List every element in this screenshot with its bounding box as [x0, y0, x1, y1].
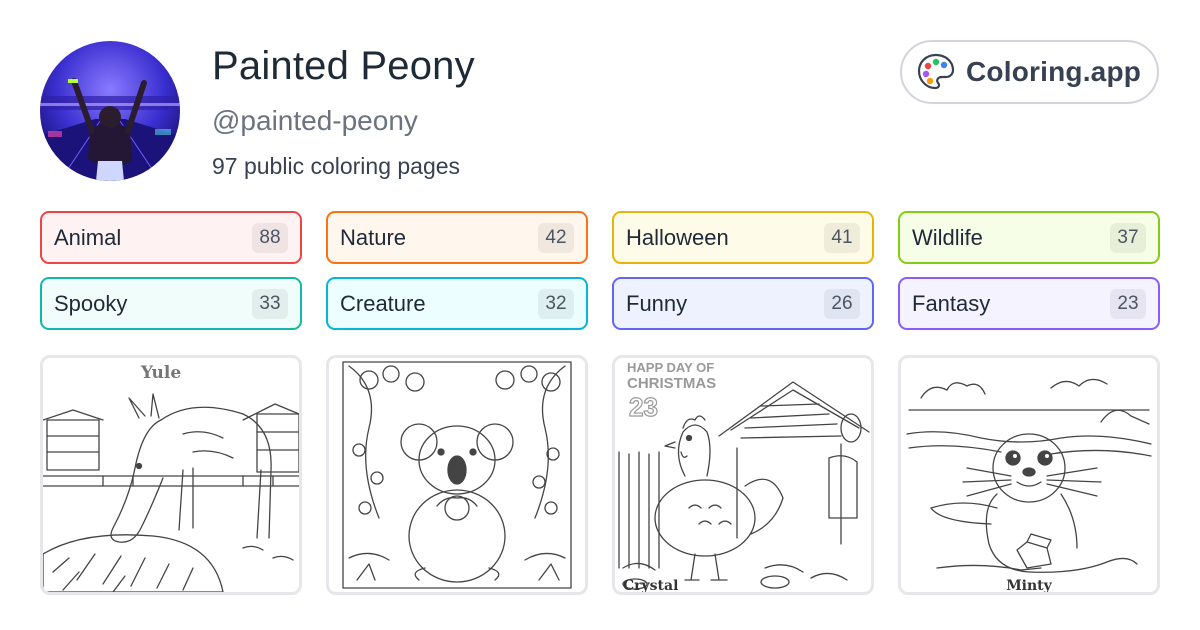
- tag-count: 42: [538, 222, 574, 253]
- tag-count: 23: [1110, 288, 1146, 319]
- tag-chip-nature[interactable]: Nature 42: [326, 211, 588, 264]
- tag-count: 37: [1110, 222, 1146, 253]
- tag-label: Halloween: [626, 224, 729, 250]
- tag-chip-funny[interactable]: Funny 26: [612, 277, 874, 330]
- tag-chip-wildlife[interactable]: Wildlife 37: [898, 211, 1160, 264]
- coloring-page-card-chicken[interactable]: HAPP DAY OF CHRISTMAS 23 Crystal: [612, 355, 874, 595]
- tag-label: Wildlife: [912, 224, 983, 250]
- tag-chip-creature[interactable]: Creature 32: [326, 277, 588, 330]
- chicken-illustration: HAPP DAY OF CHRISTMAS 23 Crystal: [618, 360, 870, 592]
- profile-handle: @painted-peony: [212, 105, 418, 136]
- card-caption: Minty: [1006, 578, 1052, 592]
- card-header-number: 23: [629, 392, 658, 422]
- tag-chip-fantasy[interactable]: Fantasy 23: [898, 277, 1160, 330]
- tag-label: Funny: [626, 290, 688, 316]
- brand-link[interactable]: Coloring.app: [900, 40, 1159, 104]
- tag-count: 26: [824, 288, 860, 319]
- coloring-page-card-seal[interactable]: Minty: [898, 355, 1160, 595]
- seal-illustration: Minty: [906, 378, 1152, 592]
- card-caption: Yule: [140, 363, 181, 383]
- avatar-photo: [40, 41, 180, 181]
- tag-label: Creature: [340, 290, 426, 316]
- tag-label: Fantasy: [912, 290, 991, 316]
- tag-label: Animal: [54, 224, 122, 250]
- brand-label: Coloring.app: [966, 56, 1142, 87]
- coloring-page-grid: Yule HAPP DAY OF CHRISTMAS 23 Crystal Mi…: [40, 355, 1160, 595]
- tag-chip-spooky[interactable]: Spooky 33: [40, 277, 302, 330]
- donkey-illustration: Yule: [43, 363, 299, 592]
- tag-label: Nature: [340, 224, 407, 250]
- card-header-line2: CHRISTMAS: [627, 375, 716, 392]
- tag-count: 33: [252, 288, 288, 319]
- coloring-page-card-donkey[interactable]: Yule: [40, 355, 302, 595]
- profile-avatar[interactable]: [40, 41, 180, 181]
- coloring-page-card-koala[interactable]: [326, 355, 588, 595]
- tag-count: 32: [538, 288, 574, 319]
- card-caption: Crystal: [623, 578, 678, 592]
- profile-name: Painted Peony: [212, 44, 475, 88]
- palette-icon: [917, 53, 955, 90]
- tag-chip-animal[interactable]: Animal 88: [40, 211, 302, 264]
- tag-count: 88: [252, 222, 288, 253]
- tag-chip-halloween[interactable]: Halloween 41: [612, 211, 874, 264]
- profile-page-count: 97 public coloring pages: [212, 153, 461, 179]
- tag-label: Spooky: [54, 290, 128, 316]
- koala-illustration: [342, 361, 572, 589]
- card-header-line1: HAPP DAY OF: [627, 360, 714, 375]
- tag-count: 41: [824, 222, 860, 253]
- tag-list: Animal 88 Nature 42 Halloween 41 Wildlif…: [40, 211, 1160, 330]
